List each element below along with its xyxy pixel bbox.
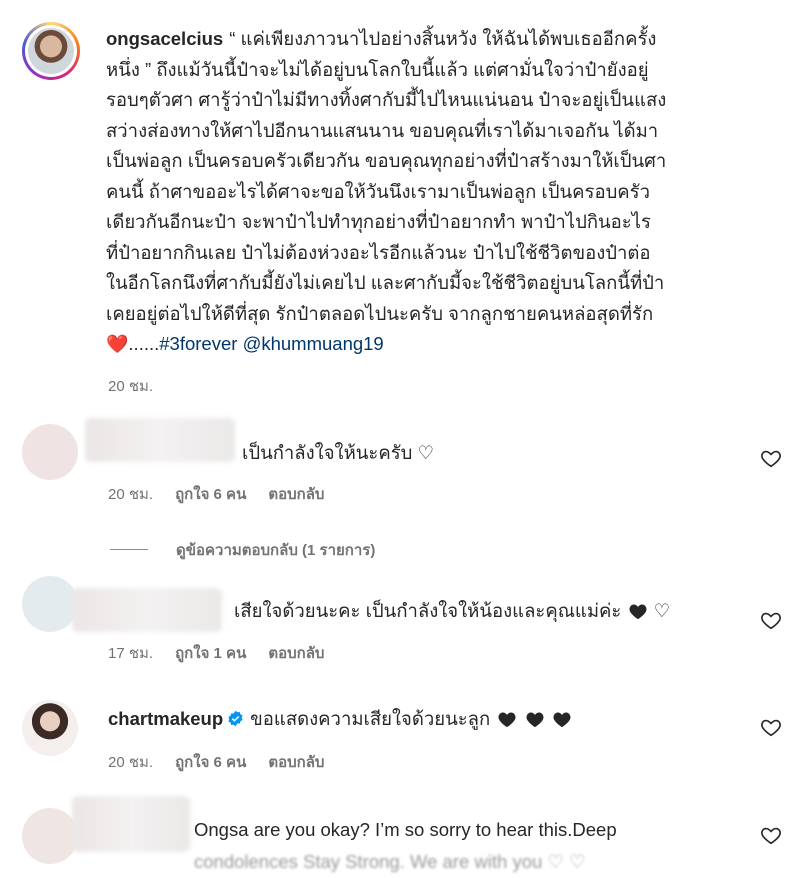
view-replies-button[interactable]: ดูข้อความตอบกลับ (1 รายการ) — [176, 538, 375, 562]
black-heart-icon — [553, 712, 571, 728]
post-username[interactable]: ongsacelcius — [106, 28, 223, 49]
comment-3-time[interactable]: 20 ชม. — [108, 754, 153, 771]
comment-2-likes[interactable]: ถูกใจ 1 คน — [175, 645, 246, 662]
comment-3-username[interactable]: chartmakeup — [108, 708, 223, 729]
comment-4-text-line2: condolences Stay Strong. We are with you… — [194, 851, 586, 872]
comment-3-reply-button[interactable]: ตอบกลับ — [268, 754, 324, 771]
comment-3-text: ขอแสดงความเสียใจด้วยนะลูก — [250, 708, 491, 729]
hashtag-link[interactable]: #3forever — [159, 333, 237, 354]
post-meta: 20 ชม. — [108, 374, 175, 398]
comment-2-text: เสียใจด้วยนะคะ เป็นกำลังใจให้น้องและคุณแ… — [234, 600, 622, 621]
mention-link[interactable]: @khummuang19 — [243, 333, 384, 354]
post-author-avatar[interactable] — [22, 22, 80, 80]
heart-outline-icon[interactable] — [760, 447, 782, 469]
post-time[interactable]: 20 ชม. — [108, 378, 153, 395]
comment-4-username-blurred[interactable] — [72, 796, 190, 852]
comment-1-likes[interactable]: ถูกใจ 6 คน — [175, 486, 246, 503]
comment-2-reply-button[interactable]: ตอบกลับ — [268, 645, 324, 662]
avatar-ring-gap — [25, 25, 77, 77]
heart-outline-icon[interactable] — [760, 609, 782, 631]
replies-divider — [110, 549, 148, 550]
comment-3-meta: 20 ชม. ถูกใจ 6 คน ตอบกลับ — [108, 750, 346, 774]
comment-2-avatar[interactable] — [22, 576, 78, 632]
comment-2-outline-heart: ♡ — [653, 600, 671, 621]
black-heart-icon — [525, 712, 544, 728]
comment-3-likes[interactable]: ถูกใจ 6 คน — [175, 754, 246, 771]
comment-1-text: เป็นกำลังใจให้นะครับ ♡ — [242, 442, 435, 463]
comment-1-username-blurred[interactable] — [85, 418, 235, 462]
post-caption: ongsacelcius “ แค่เพียงภาวนาไปอย่างสิ้นหว… — [106, 24, 770, 360]
comment-2-meta: 17 ชม. ถูกใจ 1 คน ตอบกลับ — [108, 641, 346, 665]
verified-badge-icon — [228, 710, 243, 727]
comment-3-avatar[interactable] — [22, 700, 78, 756]
caption-dots: ...... — [128, 333, 160, 354]
comment-1-time[interactable]: 20 ชม. — [108, 486, 153, 503]
comment-2-time[interactable]: 17 ชม. — [108, 645, 153, 662]
caption-text: “ แค่เพียงภาวนาไปอย่างสิ้นหวัง ให้ฉันได้… — [106, 28, 667, 324]
comment-1-reply-button[interactable]: ตอบกลับ — [268, 486, 324, 503]
comment-2-text-line: เสียใจด้วยนะคะ เป็นกำลังใจให้น้องและคุณแ… — [234, 598, 670, 624]
red-heart-emoji: ❤️ — [106, 334, 129, 354]
comment-2-username-blurred[interactable] — [72, 588, 222, 632]
heart-outline-icon[interactable] — [760, 824, 782, 846]
black-heart-icon — [629, 604, 647, 620]
avatar-image — [28, 28, 74, 74]
comment-1-meta: 20 ชม. ถูกใจ 6 คน ตอบกลับ — [108, 482, 346, 506]
comment-4-text: Ongsa are you okay? I’m so sorry to hear… — [194, 819, 617, 840]
comment-4-avatar[interactable] — [22, 808, 78, 864]
black-heart-icon — [498, 712, 516, 728]
comment-1-avatar[interactable] — [22, 424, 78, 480]
comment-3-text-line: chartmakeup ขอแสดงความเสียใจด้วยนะลูก — [108, 706, 572, 732]
heart-outline-icon[interactable] — [760, 716, 782, 738]
